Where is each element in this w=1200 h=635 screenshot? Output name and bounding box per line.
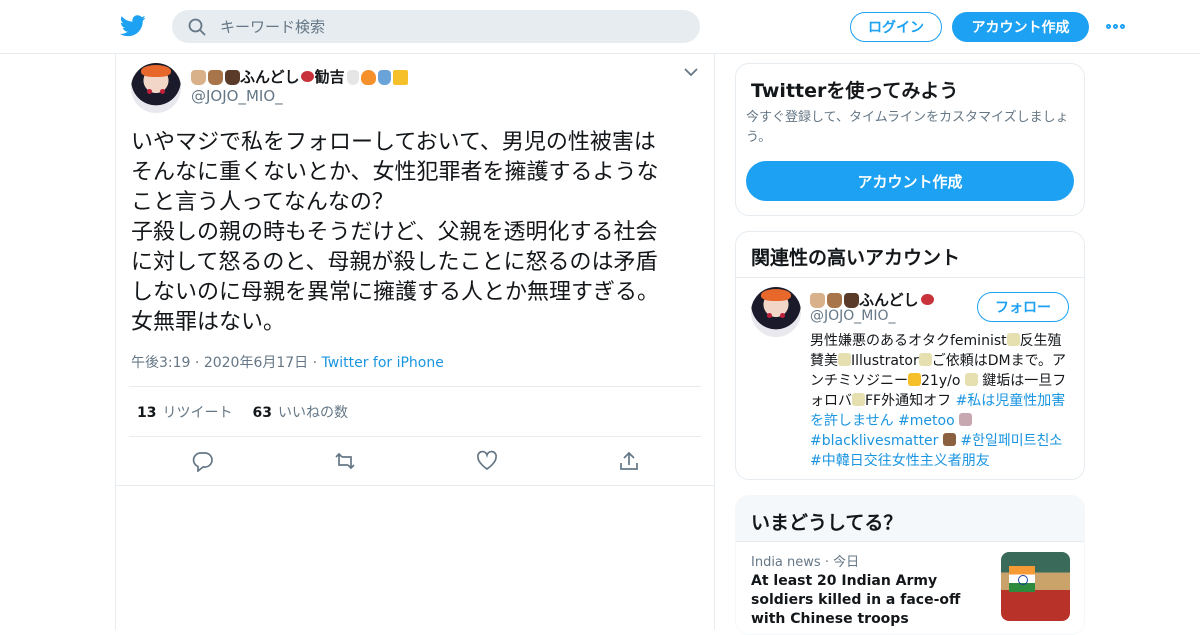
retweet-label: リツイート — [162, 405, 233, 421]
related-account-handle[interactable]: @JOJO_MIO_ — [810, 308, 896, 324]
finger-emoji-icon — [908, 373, 921, 386]
signup-card-title: Twitterを使ってみよう — [751, 80, 959, 102]
search-icon — [188, 18, 206, 35]
follow-button[interactable]: フォロー — [977, 292, 1069, 322]
emoji-fists — [191, 70, 240, 85]
news-title: At least 20 Indian Army soldiers killed … — [751, 573, 961, 627]
signup-button[interactable]: アカウント作成 — [952, 12, 1089, 42]
news-time: 今日 — [833, 555, 860, 570]
login-button[interactable]: ログイン — [850, 12, 942, 42]
like-label: いいねの数 — [277, 405, 348, 421]
related-account-name[interactable]: ふんどし — [810, 289, 934, 310]
tweet-date[interactable]: 2020年6月17日 — [204, 355, 308, 371]
divider — [129, 436, 701, 437]
like-stat[interactable]: 63 いいねの数 — [252, 402, 347, 422]
hashtag-link[interactable]: #metoo — [898, 413, 955, 429]
trends-title: いまどうしてる？ — [751, 512, 903, 534]
retweet-count: 13 — [137, 405, 157, 421]
tweet-text: いやマジで私をフォローしておいて、男児の性被害は そんなに重くないとか、女性犯罪… — [131, 130, 660, 335]
tweet-actions — [116, 450, 716, 473]
bio-text: Illustrator — [851, 353, 919, 369]
divider — [116, 485, 714, 486]
sushi-emoji-icon — [920, 294, 934, 305]
bio-text: 男性嫌悪のあるオタクfeminist — [810, 333, 1007, 349]
retweet-icon[interactable] — [334, 450, 356, 476]
hands-emoji-icon — [959, 413, 973, 426]
divider — [129, 386, 701, 387]
related-account-bio: 男性嫌悪のあるオタクfeminist 反生殖賛美 Illustrator ご依頼はDM… — [810, 331, 1068, 471]
trends-card: いまどうしてる？ India news · 今日 At least 20 Ind… — [735, 495, 1085, 635]
author-name-suffix: 勧吉 — [314, 68, 345, 86]
bio-text: FF外通知オフ — [865, 393, 956, 409]
chevron-down-icon[interactable] — [684, 68, 698, 77]
separator-dot: · — [312, 355, 322, 371]
signup-card-button[interactable]: アカウント作成 — [746, 161, 1074, 201]
share-icon[interactable] — [618, 450, 640, 476]
news-thumbnail — [1001, 552, 1070, 621]
reply-icon[interactable] — [192, 450, 214, 476]
search-placeholder: キーワード検索 — [220, 18, 326, 36]
emoji-fists — [810, 293, 859, 308]
emoji-decor — [346, 70, 408, 85]
signup-card-description: 今すぐ登録して、タイムラインをカスタマイズしましょう。 — [746, 110, 1069, 145]
related-account-name-text: ふんどし — [859, 291, 919, 309]
news-item[interactable]: India news · 今日 At least 20 Indian Army … — [736, 542, 1084, 634]
avatar[interactable] — [751, 287, 801, 337]
hashtag-link[interactable]: #한일페미트친소 — [960, 433, 1062, 449]
flower-emoji-icon — [838, 353, 851, 366]
like-icon[interactable] — [476, 450, 498, 476]
more-options-icon[interactable] — [1106, 18, 1130, 34]
flower-emoji-icon — [852, 393, 865, 406]
hashtag-link[interactable]: #blacklivesmatter — [810, 433, 938, 449]
bio-text: 21y/o — [921, 373, 965, 389]
tweet-meta: 午後3:19 · 2020年6月17日 · Twitter for iPhone — [131, 352, 444, 372]
avatar[interactable] — [131, 63, 181, 113]
top-bar: キーワード検索 ログイン アカウント作成 — [0, 0, 1200, 54]
flower-emoji-icon — [918, 353, 932, 366]
search-bar[interactable]: キーワード検索 — [172, 10, 700, 43]
flower-emoji-icon — [1006, 333, 1020, 346]
related-accounts-card: 関連性の高いアカウント ふんどし @JOJO_MIO_ フォロー 男性嫌悪のある… — [735, 231, 1085, 480]
tweet-stats: 13 リツイート 63 いいねの数 — [137, 402, 348, 422]
author-name-text: ふんどし — [240, 68, 300, 86]
divider — [736, 277, 1084, 278]
author-handle[interactable]: @JOJO_MIO_ — [191, 87, 283, 105]
flower-emoji-icon — [964, 373, 978, 386]
author-name[interactable]: ふんどし 勧吉 — [191, 66, 408, 87]
tweet-detail: ふんどし 勧吉 @JOJO_MIO_ いやマジで私をフォローしておいて、男児の性被… — [115, 54, 715, 630]
news-source-name: India news — [751, 555, 821, 570]
fists-emoji-icon — [942, 433, 956, 446]
like-count: 63 — [252, 405, 272, 421]
twitter-bird-icon[interactable] — [120, 14, 146, 38]
related-accounts-title: 関連性の高いアカウント — [751, 247, 961, 269]
signup-card: Twitterを使ってみよう 今すぐ登録して、タイムラインをカスタマイズしましょ… — [735, 63, 1085, 216]
separator-dot: · — [194, 355, 204, 371]
sushi-emoji-icon — [300, 71, 314, 82]
hashtag-link[interactable]: #中韓日交往女性主义者朋友 — [810, 453, 990, 469]
tweet-time[interactable]: 午後3:19 — [131, 355, 190, 371]
tweet-source-link[interactable]: Twitter for iPhone — [322, 355, 444, 371]
news-source: India news · 今日 — [751, 555, 860, 570]
india-flag-icon — [1009, 566, 1035, 592]
retweet-stat[interactable]: 13 リツイート — [137, 402, 232, 422]
